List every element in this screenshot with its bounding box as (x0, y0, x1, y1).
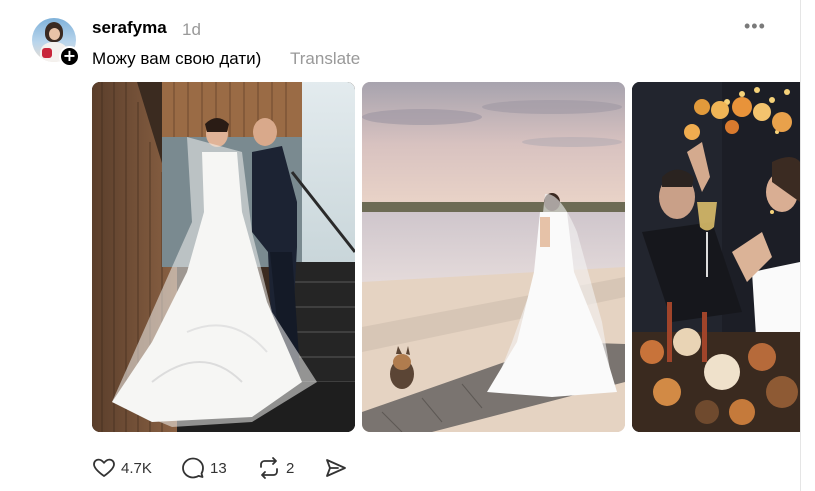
heart-icon (93, 458, 115, 477)
repost-icon (260, 457, 278, 479)
share-icon (326, 459, 346, 477)
like-count: 4.7K (121, 459, 152, 477)
column-divider (800, 0, 801, 491)
thread-post: + serafyma 1d ••• Можу вам свою дати) Tr… (0, 0, 800, 491)
follow-plus-icon[interactable]: + (59, 46, 80, 67)
repost-count: 2 (286, 459, 295, 477)
post-image-2[interactable] (362, 82, 625, 432)
post-time: 1d (182, 20, 201, 39)
post-caption: Можу вам свою дати) (92, 49, 262, 68)
like-button[interactable]: 4.7K (92, 456, 152, 480)
post-image-3[interactable] (632, 82, 800, 432)
comment-icon (182, 457, 204, 479)
reply-button[interactable]: 13 (181, 456, 227, 480)
post-image-1[interactable] (92, 82, 355, 432)
translate-link[interactable]: Translate (290, 49, 360, 69)
username[interactable]: serafyma (92, 18, 167, 38)
reply-count: 13 (210, 459, 227, 477)
repost-button[interactable]: 2 (257, 456, 294, 480)
share-button[interactable] (324, 456, 348, 480)
more-options-icon[interactable]: ••• (744, 16, 766, 37)
